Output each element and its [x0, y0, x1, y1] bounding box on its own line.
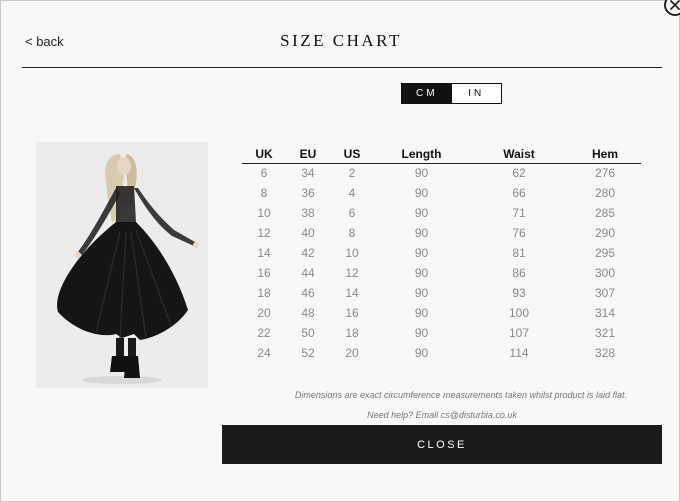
table-row: 8 36 4 90 66 280	[242, 183, 641, 203]
cell-us: 20	[345, 346, 359, 360]
cell-uk: 18	[257, 286, 271, 300]
cell-uk: 6	[260, 166, 268, 181]
cell-length: 90	[414, 326, 429, 340]
cell-us: 10	[345, 246, 359, 260]
cell-uk: 14	[257, 246, 271, 260]
cell-waist: 66	[512, 186, 526, 200]
cell-length: 90	[414, 226, 429, 240]
cell-uk: 8	[260, 186, 268, 200]
cell-uk: 24	[257, 346, 271, 360]
table-row: 14 42 10 90 81 295	[242, 243, 641, 263]
table-row: 20 48 16 90 100 314	[242, 303, 641, 323]
cell-us: 4	[348, 186, 356, 200]
cell-hem: 328	[594, 346, 616, 360]
cell-waist: 81	[512, 246, 526, 260]
cell-eu: 42	[301, 246, 315, 260]
column-header-hem: Hem	[569, 145, 641, 164]
cell-length: 90	[414, 306, 429, 320]
cell-eu: 44	[301, 266, 315, 280]
cell-eu: 48	[301, 306, 315, 320]
size-chart-modal: < back SIZE CHART CM IN UK EU US Length …	[0, 0, 680, 502]
table-row: 24 52 20 90 114 328	[242, 343, 641, 363]
cell-hem: 276	[594, 166, 616, 181]
cell-length: 90	[414, 266, 429, 280]
cell-length: 90	[414, 186, 429, 200]
cell-hem: 290	[594, 226, 616, 240]
cell-waist: 114	[509, 346, 529, 360]
cell-us: 12	[345, 266, 359, 280]
cell-length: 90	[414, 346, 429, 360]
cell-hem: 314	[594, 306, 616, 320]
cell-eu: 36	[301, 186, 315, 200]
table-row: 6 34 2 90 62 276	[242, 163, 641, 183]
cell-waist: 93	[512, 286, 526, 300]
cell-uk: 22	[257, 326, 271, 340]
table-row: 16 44 12 90 86 300	[242, 263, 641, 283]
cell-hem: 295	[594, 246, 616, 260]
cell-hem: 280	[594, 186, 616, 200]
model-in-black-lace-dress-icon	[36, 142, 208, 388]
cell-us: 16	[345, 306, 359, 320]
help-note[interactable]: Need help? Email cs@disturbia.co.uk	[222, 410, 662, 420]
cell-waist: 62	[512, 166, 526, 181]
cell-eu: 38	[301, 206, 315, 220]
cell-length: 90	[414, 246, 429, 260]
table-row: 10 38 6 90 71 285	[242, 203, 641, 223]
measurement-note: Dimensions are exact circumference measu…	[294, 390, 628, 400]
close-icon	[670, 0, 680, 10]
column-header-waist: Waist	[469, 145, 569, 164]
cell-waist: 71	[512, 206, 526, 220]
cell-us: 2	[348, 166, 356, 181]
cell-eu: 50	[301, 326, 315, 340]
cell-eu: 46	[301, 286, 315, 300]
cell-waist: 86	[512, 266, 526, 280]
table-row: 12 40 8 90 76 290	[242, 223, 641, 243]
cell-eu: 34	[301, 166, 315, 181]
cell-uk: 16	[257, 266, 271, 280]
cell-hem: 285	[594, 206, 616, 220]
close-button[interactable]: CLOSE	[222, 425, 662, 464]
cell-length: 90	[414, 206, 429, 220]
size-table: UK EU US Length Waist Hem 6 34 2 90 62 2…	[242, 145, 641, 363]
cell-uk: 20	[257, 306, 271, 320]
unit-option-cm[interactable]: CM	[402, 84, 452, 103]
table-row: 22 50 18 90 107 321	[242, 323, 641, 343]
cell-length: 90	[414, 286, 429, 300]
column-header-uk: UK	[242, 145, 286, 164]
cell-eu: 40	[301, 226, 315, 240]
cell-waist: 100	[508, 306, 530, 320]
cell-length: 90	[414, 166, 429, 181]
column-header-eu: EU	[286, 145, 330, 164]
cell-waist: 76	[512, 226, 526, 240]
cell-hem: 300	[594, 266, 616, 280]
table-header-row: UK EU US Length Waist Hem	[242, 145, 641, 164]
cell-us: 8	[348, 226, 356, 240]
cell-waist: 107	[508, 326, 530, 340]
column-header-us: US	[330, 145, 374, 164]
cell-uk: 10	[257, 206, 271, 220]
cell-eu: 52	[301, 346, 315, 360]
cell-hem: 321	[594, 326, 616, 340]
column-header-length: Length	[374, 145, 469, 164]
header-divider	[22, 67, 662, 68]
page-title: SIZE CHART	[280, 31, 402, 50]
product-photo	[36, 142, 208, 388]
cell-hem: 307	[594, 286, 616, 300]
unit-option-in[interactable]: IN	[451, 84, 501, 103]
cell-us: 6	[348, 206, 356, 220]
table-row: 18 46 14 90 93 307	[242, 283, 641, 303]
unit-toggle: CM IN	[401, 83, 502, 104]
cell-uk: 12	[257, 226, 271, 240]
cell-us: 14	[345, 286, 359, 300]
cell-us: 18	[345, 326, 359, 340]
